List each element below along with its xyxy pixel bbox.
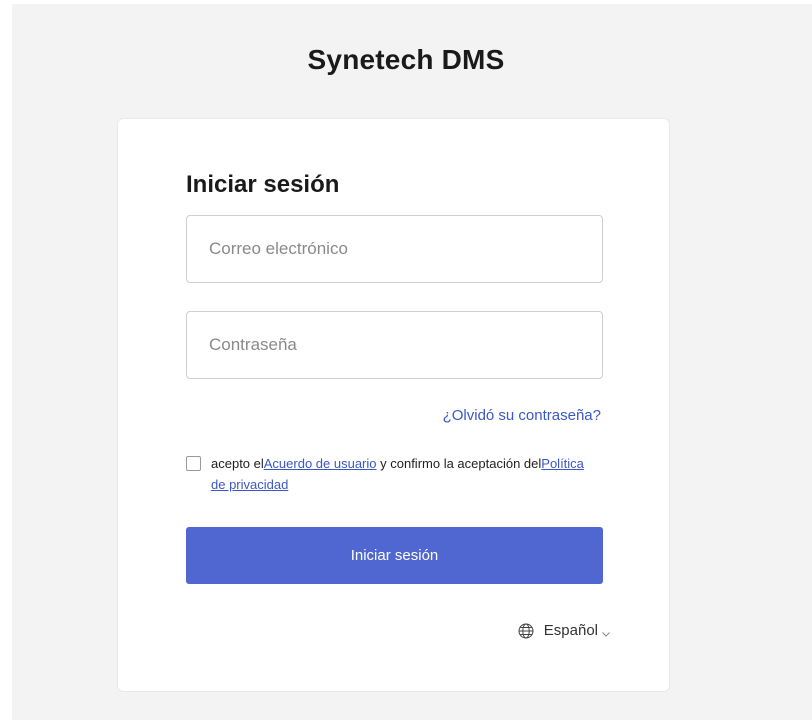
consent-prefix: acepto el <box>211 456 264 471</box>
login-heading: Iniciar sesión <box>186 171 340 198</box>
consent-text: acepto elAcuerdo de usuario y confirmo l… <box>211 453 586 495</box>
app-title: Synetech DMS <box>307 44 505 75</box>
forgot-password-link[interactable]: ¿Olvidó su contraseña? <box>443 407 601 424</box>
user-agreement-link[interactable]: Acuerdo de usuario <box>264 456 377 471</box>
email-input[interactable] <box>186 215 603 283</box>
globe-icon <box>518 623 534 639</box>
login-card: Iniciar sesión ¿Olvidó su contraseña? ac… <box>117 118 670 692</box>
chevron-down-icon <box>601 626 611 637</box>
language-label: Español <box>543 622 598 639</box>
consent-checkbox[interactable] <box>186 456 201 471</box>
page-background: Synetech DMS Iniciar sesión ¿Olvidó su c… <box>12 4 812 720</box>
language-selector[interactable]: Español <box>518 622 611 639</box>
consent-section: acepto elAcuerdo de usuario y confirmo l… <box>186 453 586 495</box>
password-input[interactable] <box>186 311 603 379</box>
login-button[interactable]: Iniciar sesión <box>186 527 603 584</box>
consent-middle: y confirmo la aceptación del <box>376 456 542 471</box>
